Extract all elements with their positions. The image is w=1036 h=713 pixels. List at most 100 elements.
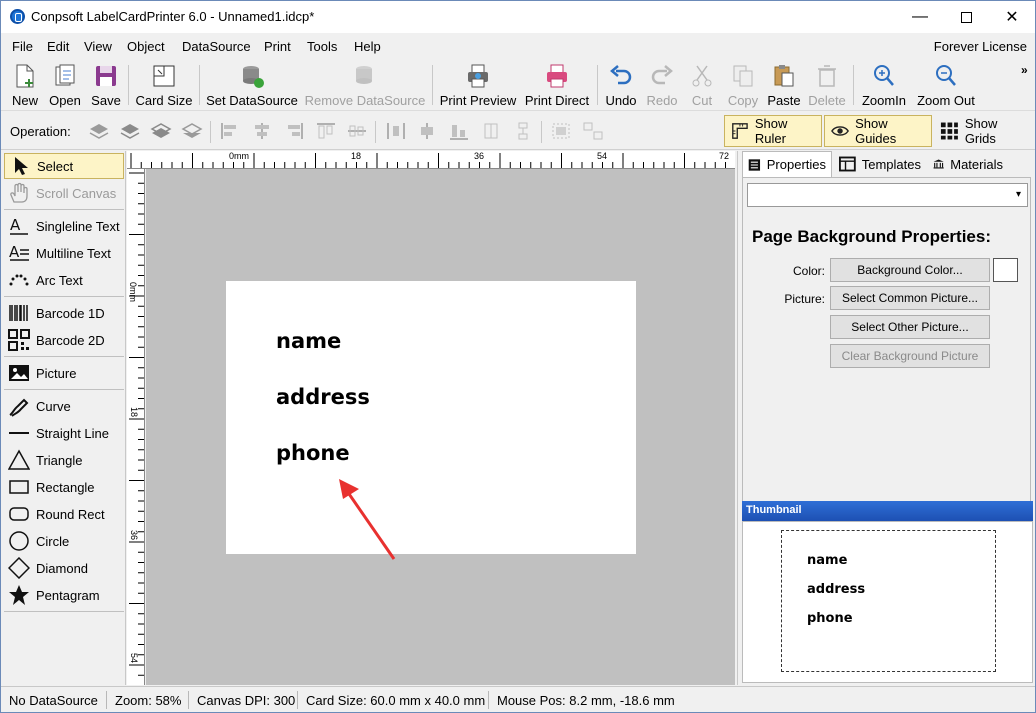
- tool-pentagram[interactable]: Pentagram: [4, 582, 124, 608]
- toolbar-overflow-button[interactable]: »: [1021, 63, 1028, 77]
- same-height-icon[interactable]: [512, 121, 534, 141]
- thumbnail-field: phone: [807, 611, 853, 626]
- copy-button[interactable]: Copy: [725, 61, 761, 109]
- show-grids-toggle[interactable]: Show Grids: [934, 115, 1034, 147]
- print-preview-button[interactable]: Print Preview: [439, 61, 517, 109]
- tool-diamond[interactable]: Diamond: [4, 555, 124, 581]
- tool-straight-line[interactable]: Straight Line: [4, 420, 124, 446]
- tool-multiline-text[interactable]: A Multiline Text: [4, 240, 124, 266]
- tool-rectangle[interactable]: Rectangle: [4, 474, 124, 500]
- ruler-label: 0mm: [128, 282, 138, 302]
- paste-button[interactable]: Paste: [766, 61, 802, 109]
- menu-print[interactable]: Print: [264, 39, 291, 54]
- star-icon: [9, 585, 29, 605]
- tool-select[interactable]: Select: [4, 153, 124, 179]
- thumbnail-area[interactable]: name address phone: [742, 521, 1033, 683]
- delete-button[interactable]: Delete: [807, 61, 847, 109]
- layer-bring-forward-icon[interactable]: [119, 121, 141, 141]
- show-ruler-toggle[interactable]: Show Ruler: [724, 115, 822, 147]
- object-selector-dropdown[interactable]: ▾: [747, 183, 1028, 207]
- align-center-icon[interactable]: [251, 121, 273, 141]
- menu-help[interactable]: Help: [354, 39, 381, 54]
- menu-datasource[interactable]: DataSource: [182, 39, 251, 54]
- ungroup-icon[interactable]: [582, 121, 604, 141]
- tool-arc-text[interactable]: Arc Text: [4, 267, 124, 293]
- print-direct-button[interactable]: Print Direct: [523, 61, 591, 109]
- background-color-button[interactable]: Background Color...: [830, 258, 990, 282]
- close-button[interactable]: ✕: [989, 1, 1035, 33]
- align-top-icon[interactable]: [315, 121, 337, 141]
- menu-view[interactable]: View: [84, 39, 112, 54]
- minimize-button[interactable]: —: [897, 1, 943, 33]
- layer-send-backward-icon[interactable]: [150, 121, 172, 141]
- operation-bar: Operation: Show Ruler Show Guides Show G: [1, 112, 1035, 150]
- save-button[interactable]: Save: [90, 61, 122, 109]
- group-icon[interactable]: [550, 121, 572, 141]
- thumbnail-field: address: [807, 582, 866, 597]
- svg-text:A: A: [10, 216, 21, 234]
- tool-barcode-1d[interactable]: Barcode 1D: [4, 300, 124, 326]
- label-card[interactable]: name address phone: [226, 281, 636, 554]
- undo-button[interactable]: Undo: [603, 61, 639, 109]
- redo-button[interactable]: Redo: [645, 61, 679, 109]
- status-bar: No DataSource Zoom: 58% Canvas DPI: 300 …: [1, 686, 1035, 712]
- menu-edit[interactable]: Edit: [47, 39, 69, 54]
- distribute-horizontal-icon[interactable]: [385, 121, 407, 141]
- tool-curve[interactable]: Curve: [4, 393, 124, 419]
- tab-materials[interactable]: Materials: [928, 151, 1008, 177]
- select-common-picture-button[interactable]: Select Common Picture...: [830, 286, 990, 310]
- menu-object[interactable]: Object: [127, 39, 165, 54]
- singleline-text-icon: A: [10, 216, 28, 235]
- menu-file[interactable]: File: [12, 39, 33, 54]
- maximize-button[interactable]: [943, 1, 989, 33]
- tab-properties[interactable]: Properties: [742, 151, 832, 177]
- cut-button[interactable]: Cut: [687, 61, 717, 109]
- open-button[interactable]: Open: [47, 61, 83, 109]
- tool-singleline-text[interactable]: A Singleline Text: [4, 213, 124, 239]
- show-guides-toggle[interactable]: Show Guides: [824, 115, 932, 147]
- select-other-picture-button[interactable]: Select Other Picture...: [830, 315, 990, 339]
- zoom-out-button[interactable]: Zoom Out: [915, 61, 977, 109]
- align-left-icon[interactable]: [219, 121, 241, 141]
- align-bottom-icon[interactable]: [448, 121, 470, 141]
- set-datasource-button[interactable]: Set DataSource: [206, 61, 298, 109]
- zoom-out-icon: [936, 65, 956, 86]
- color-label: Color:: [792, 264, 825, 278]
- thumbnail-card: name address phone: [781, 530, 996, 672]
- tool-triangle[interactable]: Triangle: [4, 447, 124, 473]
- vertical-ruler: 0mm 18 36 54: [127, 169, 145, 685]
- status-zoom: Zoom: 58%: [115, 693, 182, 708]
- layer-bring-front-icon[interactable]: [88, 121, 110, 141]
- materials-building-icon: [933, 159, 944, 169]
- same-width-icon[interactable]: [480, 121, 502, 141]
- card-field-phone[interactable]: phone: [276, 441, 350, 465]
- tool-barcode-2d[interactable]: Barcode 2D: [4, 327, 124, 353]
- ruler-label: 72: [719, 151, 730, 161]
- qr-code-icon: [8, 329, 30, 351]
- minimize-icon: —: [912, 8, 928, 25]
- ruler-label: 0mm: [229, 151, 249, 161]
- new-button[interactable]: New: [9, 61, 41, 109]
- layer-send-back-icon[interactable]: [181, 121, 203, 141]
- zoom-in-button[interactable]: ZoomIn: [859, 61, 909, 109]
- card-field-name[interactable]: name: [276, 329, 341, 353]
- tool-panel: Select Scroll Canvas A Singleline Text A…: [1, 151, 126, 685]
- tool-picture[interactable]: Picture: [4, 360, 124, 386]
- distribute-center-icon[interactable]: [416, 121, 438, 141]
- align-middle-icon[interactable]: [346, 121, 368, 141]
- main-toolbar: New Open Save Card Size Set DataSource R…: [1, 59, 1035, 111]
- card-size-icon: [153, 65, 175, 87]
- card-size-button[interactable]: Card Size: [135, 61, 193, 109]
- align-right-icon[interactable]: [283, 121, 305, 141]
- status-card-size: Card Size: 60.0 mm x 40.0 mm: [306, 693, 486, 708]
- clear-background-picture-button[interactable]: Clear Background Picture: [830, 344, 990, 368]
- barcode-icon: [9, 305, 28, 321]
- tab-templates[interactable]: Templates: [834, 151, 926, 177]
- tool-round-rect[interactable]: Round Rect: [4, 501, 124, 527]
- tool-scroll-canvas[interactable]: Scroll Canvas: [4, 180, 124, 206]
- card-field-address[interactable]: address: [276, 385, 370, 409]
- remove-datasource-button[interactable]: Remove DataSource: [305, 61, 425, 109]
- tool-circle[interactable]: Circle: [4, 528, 124, 554]
- color-swatch[interactable]: [993, 258, 1018, 282]
- menu-tools[interactable]: Tools: [307, 39, 337, 54]
